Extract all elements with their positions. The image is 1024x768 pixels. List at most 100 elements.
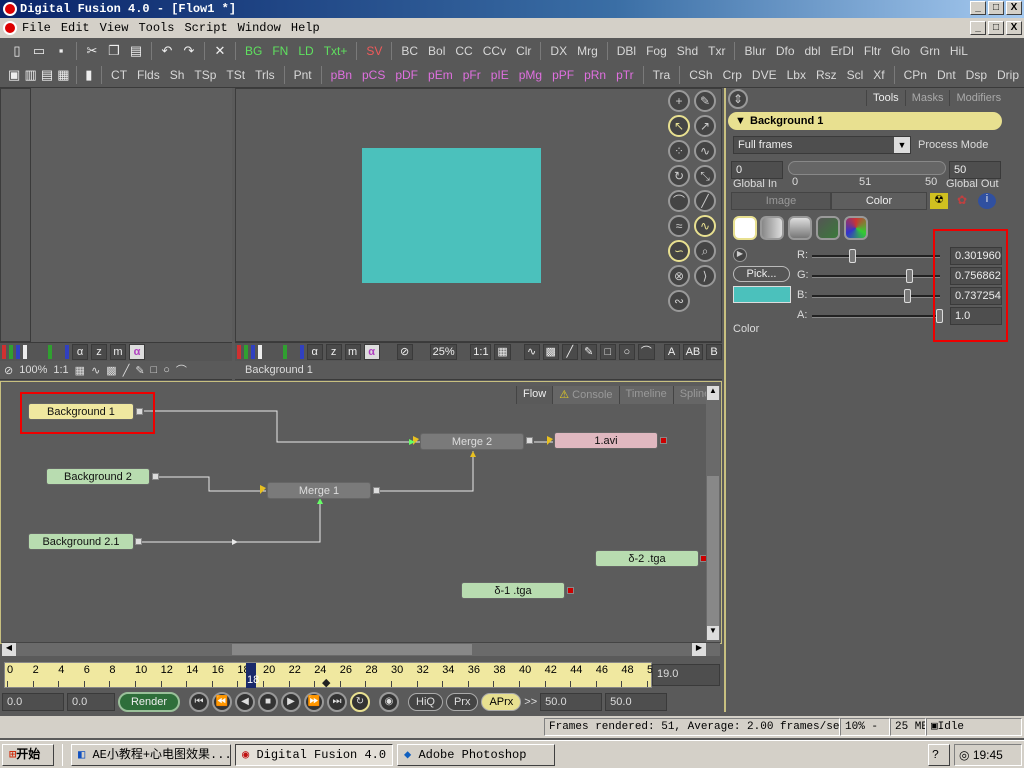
- tab-masks[interactable]: Masks: [904, 90, 950, 106]
- z-button[interactable]: z: [91, 344, 107, 360]
- keyframe-icon[interactable]: ◆: [322, 676, 330, 689]
- green-channel-icon-2[interactable]: [48, 345, 52, 359]
- go-start-icon[interactable]: ⏮: [189, 692, 209, 712]
- pick-button[interactable]: Pick...: [733, 266, 790, 282]
- tool-pie[interactable]: pIE: [486, 68, 514, 82]
- tool-csh[interactable]: CSh: [684, 68, 717, 82]
- tool-flds[interactable]: Flds: [132, 68, 165, 82]
- node-tga-1[interactable]: δ-1 .tga: [461, 582, 565, 599]
- alpha-toggle-button[interactable]: α: [363, 344, 380, 360]
- four-corner-button[interactable]: [816, 216, 840, 240]
- info-icon[interactable]: i: [978, 193, 996, 209]
- tool-pcs[interactable]: pCS: [357, 68, 390, 82]
- magnify-icon[interactable]: ⌕: [694, 240, 716, 262]
- grid-icon[interactable]: ▩: [106, 364, 116, 377]
- dropdown-arrow-icon[interactable]: ▼: [894, 137, 910, 153]
- doc-restore-button[interactable]: □: [988, 21, 1004, 35]
- floppy-icon[interactable]: ▮: [83, 67, 95, 83]
- tool-drip[interactable]: Drip: [992, 68, 1024, 82]
- help-tray-icon[interactable]: ?: [928, 743, 950, 766]
- menu-edit[interactable]: Edit: [61, 18, 90, 38]
- curve-icon[interactable]: ∿: [91, 364, 100, 377]
- blue-channel-icon[interactable]: [16, 345, 20, 359]
- tool-header[interactable]: ▼ Background 1: [728, 112, 1002, 130]
- tool-dsp[interactable]: Dsp: [961, 68, 992, 82]
- blue-channel-icon[interactable]: [250, 345, 255, 359]
- subtab-image[interactable]: Image: [731, 192, 831, 210]
- play-icon[interactable]: ▶: [281, 692, 301, 712]
- scroll-up-icon[interactable]: ▲: [707, 386, 719, 400]
- vertical-gradient-button[interactable]: [788, 216, 812, 240]
- tool-dbl[interactable]: DBl: [612, 44, 641, 58]
- points-icon[interactable]: ⁘: [668, 140, 690, 162]
- menu-window[interactable]: Window: [238, 18, 281, 38]
- output-port[interactable]: [135, 538, 142, 545]
- scroll-thumb[interactable]: [707, 476, 719, 626]
- line-tool-icon[interactable]: ╱: [694, 190, 716, 212]
- tool-pbn[interactable]: pBn: [326, 68, 357, 82]
- green-channel-icon-2[interactable]: [282, 345, 287, 359]
- checker-icon[interactable]: ▦: [494, 344, 511, 360]
- node-saver-avi[interactable]: 1.avi: [554, 432, 658, 449]
- paste-icon[interactable]: ▤: [127, 43, 145, 59]
- brush-icon[interactable]: ✎: [580, 344, 597, 360]
- channel-b-knob[interactable]: [903, 289, 911, 303]
- m-button[interactable]: m: [344, 344, 361, 360]
- bezier-icon[interactable]: ⌒: [176, 362, 187, 378]
- render-start-field[interactable]: 0.0: [67, 693, 115, 711]
- view-ab-button[interactable]: AB: [682, 344, 704, 360]
- close-button[interactable]: X: [1006, 1, 1022, 15]
- open-folder-icon[interactable]: ▭: [30, 43, 48, 59]
- circle-icon[interactable]: ○: [618, 344, 635, 360]
- hiq-toggle[interactable]: HiQ: [408, 693, 443, 711]
- lock-icon[interactable]: ⊘: [396, 344, 413, 360]
- tool-fog[interactable]: Fog: [641, 44, 672, 58]
- flow-vertical-scrollbar[interactable]: ▲ ▼: [706, 386, 720, 642]
- render-end-value[interactable]: 50.0: [540, 693, 603, 711]
- expand-icon[interactable]: ▶: [733, 248, 747, 262]
- menu-tools[interactable]: Tools: [138, 18, 174, 38]
- loop-icon[interactable]: ↻: [350, 692, 370, 712]
- tool-crp[interactable]: Crp: [718, 68, 747, 82]
- layout-single-icon[interactable]: ▣: [8, 67, 20, 83]
- rect-icon[interactable]: □: [151, 364, 158, 376]
- select-icon[interactable]: ↖: [668, 115, 690, 137]
- tool-dx[interactable]: DX: [545, 44, 572, 58]
- lock-icon[interactable]: ⊘: [4, 364, 13, 377]
- color-channel-icon[interactable]: [23, 345, 27, 359]
- tool-txt[interactable]: Txt+: [319, 44, 353, 58]
- tool-sh[interactable]: Sh: [165, 68, 190, 82]
- tool-tra[interactable]: Tra: [648, 68, 676, 82]
- tool-tsp[interactable]: TSp: [189, 68, 221, 82]
- tool-prn[interactable]: pRn: [579, 68, 611, 82]
- layout-horizontal-icon[interactable]: ▤: [41, 67, 53, 83]
- checker-icon[interactable]: ▦: [75, 364, 85, 377]
- tool-grn[interactable]: Grn: [915, 44, 945, 58]
- tool-ct[interactable]: CT: [106, 68, 132, 82]
- tool-dnt[interactable]: Dnt: [932, 68, 961, 82]
- tool-glo[interactable]: Glo: [886, 44, 915, 58]
- tool-trls[interactable]: Trls: [250, 68, 280, 82]
- prx-toggle[interactable]: Prx: [445, 693, 479, 711]
- tool-tst[interactable]: TSt: [221, 68, 250, 82]
- tool-pdf[interactable]: pDF: [390, 68, 423, 82]
- stop-icon[interactable]: ■: [258, 692, 278, 712]
- blue-channel-icon-2[interactable]: [299, 345, 304, 359]
- grid-icon[interactable]: ▩: [542, 344, 559, 360]
- task-digital-fusion[interactable]: ◉ Digital Fusion 4.0 ...: [235, 743, 393, 766]
- channel-g-slider[interactable]: [812, 275, 940, 278]
- line-icon[interactable]: ╱: [561, 344, 578, 360]
- start-button[interactable]: ⊞开始: [2, 743, 54, 766]
- layout-quad-icon[interactable]: ▦: [57, 67, 69, 83]
- tool-shd[interactable]: Shd: [672, 44, 703, 58]
- global-end-field[interactable]: 50.0: [605, 693, 668, 711]
- render-button[interactable]: Render: [118, 692, 180, 712]
- delete-icon[interactable]: ✕: [211, 43, 229, 59]
- tool-pnt[interactable]: Pnt: [289, 68, 317, 82]
- aprx-toggle[interactable]: APrx: [481, 693, 522, 711]
- color-channel-icon[interactable]: [257, 345, 262, 359]
- menu-script[interactable]: Script: [184, 18, 227, 38]
- menu-help[interactable]: Help: [291, 18, 320, 38]
- output-port[interactable]: [660, 437, 667, 444]
- tool-pmg[interactable]: pMg: [514, 68, 547, 82]
